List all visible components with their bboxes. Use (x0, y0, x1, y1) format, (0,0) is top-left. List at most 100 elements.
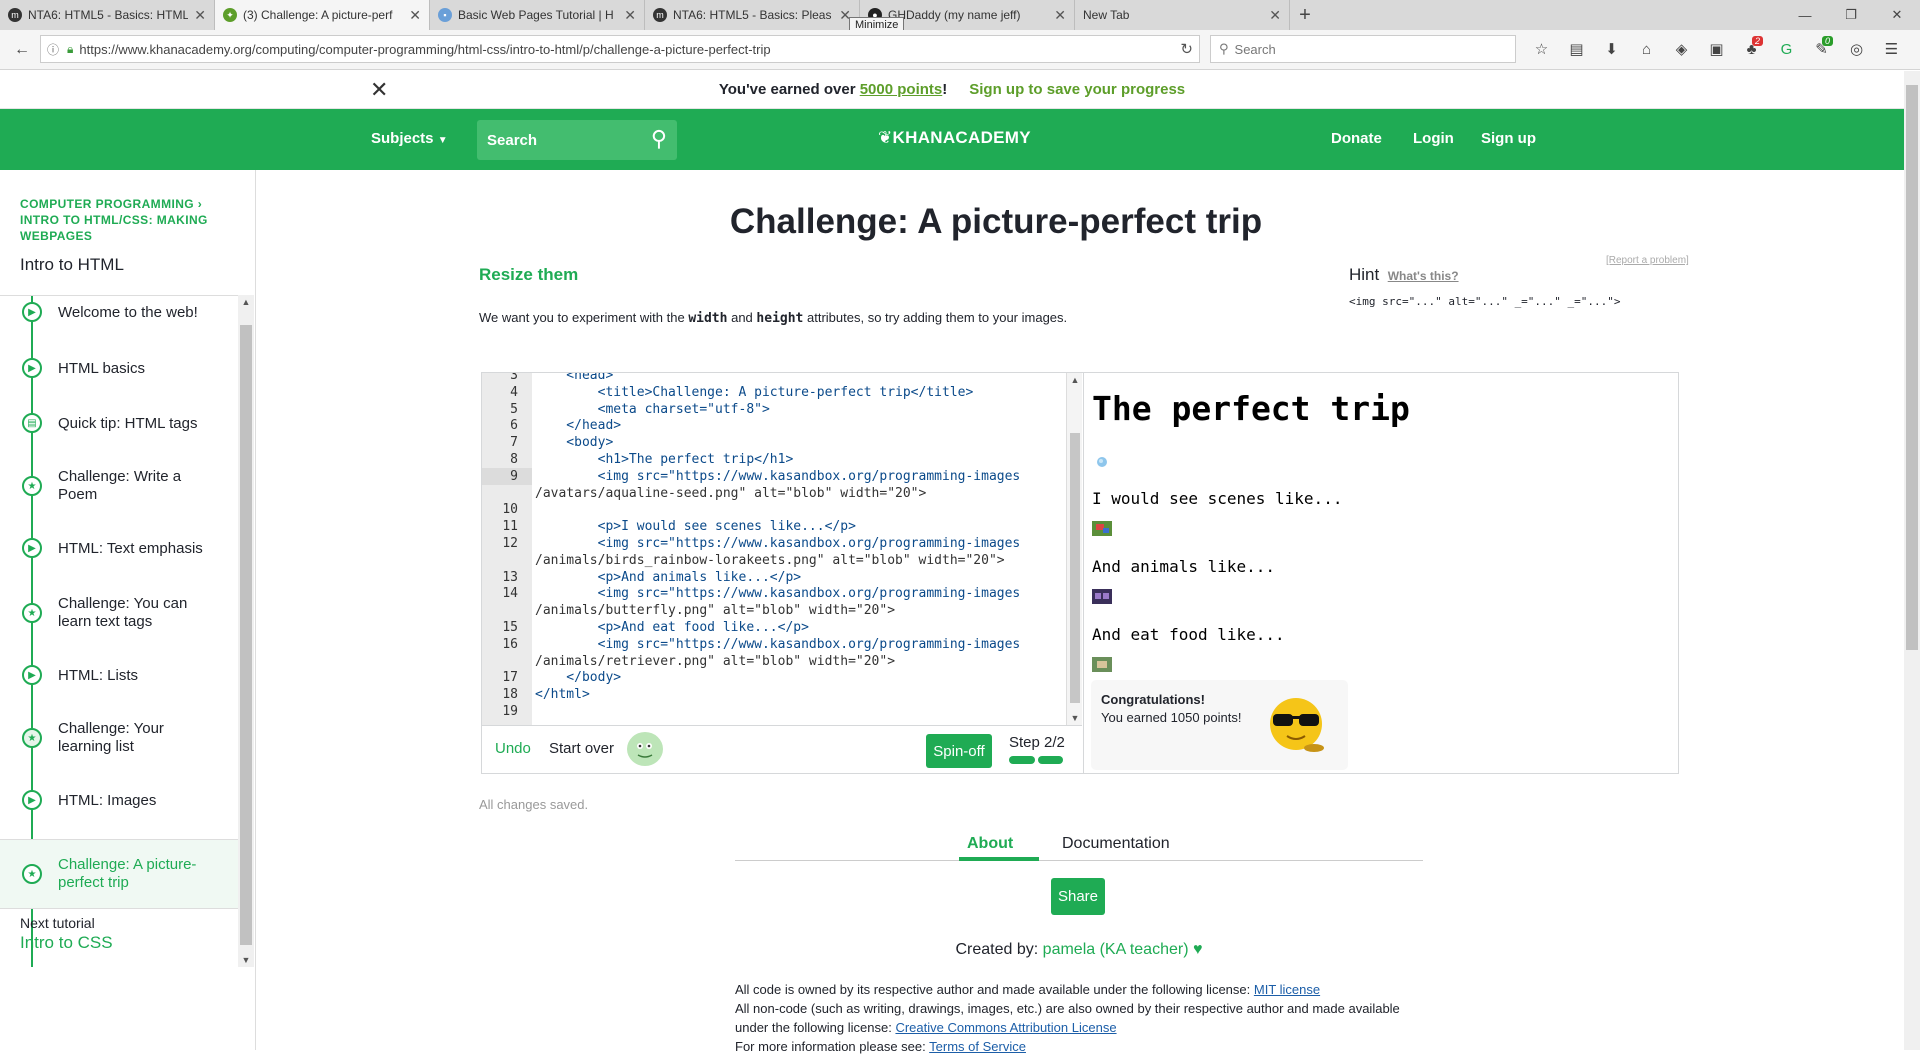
spin-off-button[interactable]: Spin-off (926, 734, 992, 768)
url-bar[interactable]: ⓘ 🔒︎ https://www.khanacademy.org/computi… (40, 35, 1200, 63)
editor-scrollbar[interactable]: ▲ ▼ (1066, 373, 1082, 725)
code-line[interactable]: 15 <p>And eat food like...</p> (482, 619, 1066, 636)
code-line[interactable]: 10 (482, 501, 1066, 518)
undo-button[interactable]: Undo (495, 740, 531, 757)
code-line[interactable]: 11 <p>I would see scenes like...</p> (482, 518, 1066, 535)
whats-this-link[interactable]: What's this? (1388, 269, 1459, 283)
breadcrumb-link[interactable]: INTRO TO HTML/CSS: MAKING WEBPAGES (20, 212, 220, 244)
breadcrumb-link[interactable]: COMPUTER PROGRAMMING › (20, 196, 220, 212)
scroll-down-icon[interactable]: ▼ (238, 955, 254, 965)
scrollbar-thumb[interactable] (240, 325, 252, 945)
info-icon[interactable]: ⓘ (47, 41, 59, 58)
scrollbar-thumb[interactable] (1906, 85, 1918, 650)
close-tab-icon[interactable]: ✕ (1054, 7, 1066, 24)
sidebar-scrollbar[interactable]: ▲ ▼ (238, 295, 254, 967)
scrollbar-thumb[interactable] (1070, 433, 1080, 703)
pocket-icon[interactable]: ◈ (1664, 35, 1699, 63)
close-tab-icon[interactable]: ✕ (1269, 7, 1281, 24)
close-window-icon[interactable]: ✕ (1874, 0, 1920, 30)
browser-tab[interactable]: ▪ Basic Web Pages Tutorial | H ✕ (430, 0, 645, 30)
start-over-button[interactable]: Start over (549, 740, 614, 757)
code-line[interactable]: 6 </head> (482, 417, 1066, 434)
code-line[interactable]: /animals/retriever.png" alt="blob" width… (482, 653, 1066, 670)
lesson-item[interactable]: ▶ Welcome to the web! (0, 298, 238, 350)
code-line[interactable]: 16 <img src="https://www.kasandbox.org/p… (482, 636, 1066, 653)
grammarly-icon[interactable]: G (1769, 35, 1804, 63)
code-line[interactable]: 12 <img src="https://www.kasandbox.org/p… (482, 535, 1066, 552)
terms-link[interactable]: Terms of Service (929, 1039, 1026, 1054)
code-text: /animals/butterfly.png" alt="blob" width… (535, 603, 896, 619)
minimize-icon[interactable]: — (1782, 0, 1828, 30)
subjects-menu[interactable]: Subjects ▼ (371, 130, 448, 147)
lesson-item[interactable]: ▶ HTML: Text emphasis (0, 534, 238, 586)
khan-academy-logo[interactable]: ❦KHANACADEMY (878, 128, 1031, 148)
cc-license-link[interactable]: Creative Commons Attribution License (895, 1020, 1116, 1035)
sync-icon[interactable]: ◎ (1839, 35, 1874, 63)
signup-link[interactable]: Sign up (1481, 130, 1536, 147)
extension-icon[interactable]: ♣ 2 (1734, 35, 1769, 63)
share-button[interactable]: Share (1051, 878, 1105, 915)
code-line[interactable]: 5 <meta charset="utf-8"> (482, 401, 1066, 418)
code-line[interactable]: /animals/butterfly.png" alt="blob" width… (482, 602, 1066, 619)
code-line[interactable]: /animals/birds_rainbow-lorakeets.png" al… (482, 552, 1066, 569)
screenshot-icon[interactable]: ▣ (1699, 35, 1734, 63)
lesson-item-current[interactable]: ★ Challenge: A picture-perfect trip (0, 839, 238, 909)
menu-hamburger-icon[interactable]: ☰ (1874, 35, 1909, 63)
site-search-input[interactable]: Search ⚲ (477, 120, 677, 160)
reload-icon[interactable]: ↻ (1180, 40, 1193, 58)
scroll-up-icon[interactable]: ▲ (1067, 375, 1083, 385)
browser-tab[interactable]: New Tab ✕ (1075, 0, 1290, 30)
code-line[interactable]: 17 </body> (482, 669, 1066, 686)
lesson-item[interactable]: ★ Challenge: You can learn text tags (0, 591, 238, 653)
browser-tab[interactable]: m NTA6: HTML5 - Basics: HTML ✕ (0, 0, 215, 30)
code-line[interactable]: 7 <body> (482, 434, 1066, 451)
code-line[interactable]: 18 </html> (482, 686, 1066, 703)
code-line[interactable]: 13 <p>And animals like...</p> (482, 569, 1066, 586)
author-link[interactable]: pamela (KA teacher) (1043, 941, 1189, 958)
points-link[interactable]: 5000 points (860, 81, 943, 98)
close-tab-icon[interactable]: ✕ (409, 7, 421, 24)
code-line[interactable]: 9 <img src="https://www.kasandbox.org/pr… (482, 467, 1066, 485)
code-line[interactable]: 19 (482, 703, 1066, 720)
back-arrow-icon[interactable]: ← (8, 36, 36, 64)
tab-documentation[interactable]: Documentation (1062, 835, 1170, 853)
lesson-item[interactable]: ▶ HTML: Lists (0, 661, 238, 713)
step-heading: Resize them (479, 265, 579, 284)
scroll-down-icon[interactable]: ▼ (1067, 713, 1083, 723)
close-tab-icon[interactable]: ✕ (624, 7, 636, 24)
code-editor[interactable]: 3 <head> 4 <title>Challenge: A picture-pe… (482, 373, 1066, 725)
reading-list-icon[interactable]: ▤ (1559, 35, 1594, 63)
code-line[interactable]: 4 <title>Challenge: A picture-perfect tr… (482, 384, 1066, 401)
code-line[interactable]: /avatars/aqualine-seed.png" alt="blob" w… (482, 485, 1066, 502)
bookmark-star-icon[interactable]: ☆ (1524, 35, 1559, 63)
home-icon[interactable]: ⌂ (1629, 35, 1664, 63)
lesson-item[interactable]: ▶ HTML: Images (0, 786, 238, 838)
mit-license-link[interactable]: MIT license (1254, 982, 1320, 997)
line-number: 15 (502, 620, 518, 635)
browser-search-input[interactable]: ⚲ Search (1210, 35, 1516, 63)
tab-about[interactable]: About (967, 835, 1013, 853)
restore-icon[interactable]: ❐ (1828, 0, 1874, 30)
login-link[interactable]: Login (1413, 130, 1454, 147)
new-tab-plus-icon[interactable]: + (1290, 0, 1320, 30)
signup-link[interactable]: Sign up to save your progress (969, 81, 1185, 98)
close-banner-icon[interactable]: ✕ (370, 77, 388, 103)
page-scrollbar[interactable] (1904, 71, 1920, 1050)
line-number: 13 (502, 569, 518, 585)
preview-image-birds (1092, 521, 1112, 536)
lesson-item[interactable]: ▤ Quick tip: HTML tags (0, 409, 238, 461)
browser-tab-active[interactable]: ✦ (3) Challenge: A picture-perf ✕ (215, 0, 430, 30)
code-line[interactable]: 3 <head> (482, 373, 1066, 384)
lesson-item[interactable]: ★ Challenge: Your learning list (0, 716, 238, 778)
lesson-item[interactable]: ▶ HTML basics (0, 354, 238, 406)
code-line[interactable]: 14 <img src="https://www.kasandbox.org/p… (482, 585, 1066, 602)
download-icon[interactable]: ⬇ (1594, 35, 1629, 63)
next-tutorial[interactable]: Next tutorial Intro to CSS (20, 915, 113, 953)
lesson-item[interactable]: ★ Challenge: Write a Poem (0, 464, 238, 526)
code-line[interactable]: 8 <h1>The perfect trip</h1> (482, 451, 1066, 468)
donate-link[interactable]: Donate (1331, 130, 1382, 147)
extension-icon-2[interactable]: ✎ 0 (1804, 35, 1839, 63)
browser-tab[interactable]: m NTA6: HTML5 - Basics: Pleas ✕ (645, 0, 860, 30)
scroll-up-icon[interactable]: ▲ (238, 297, 254, 307)
close-tab-icon[interactable]: ✕ (194, 7, 206, 24)
